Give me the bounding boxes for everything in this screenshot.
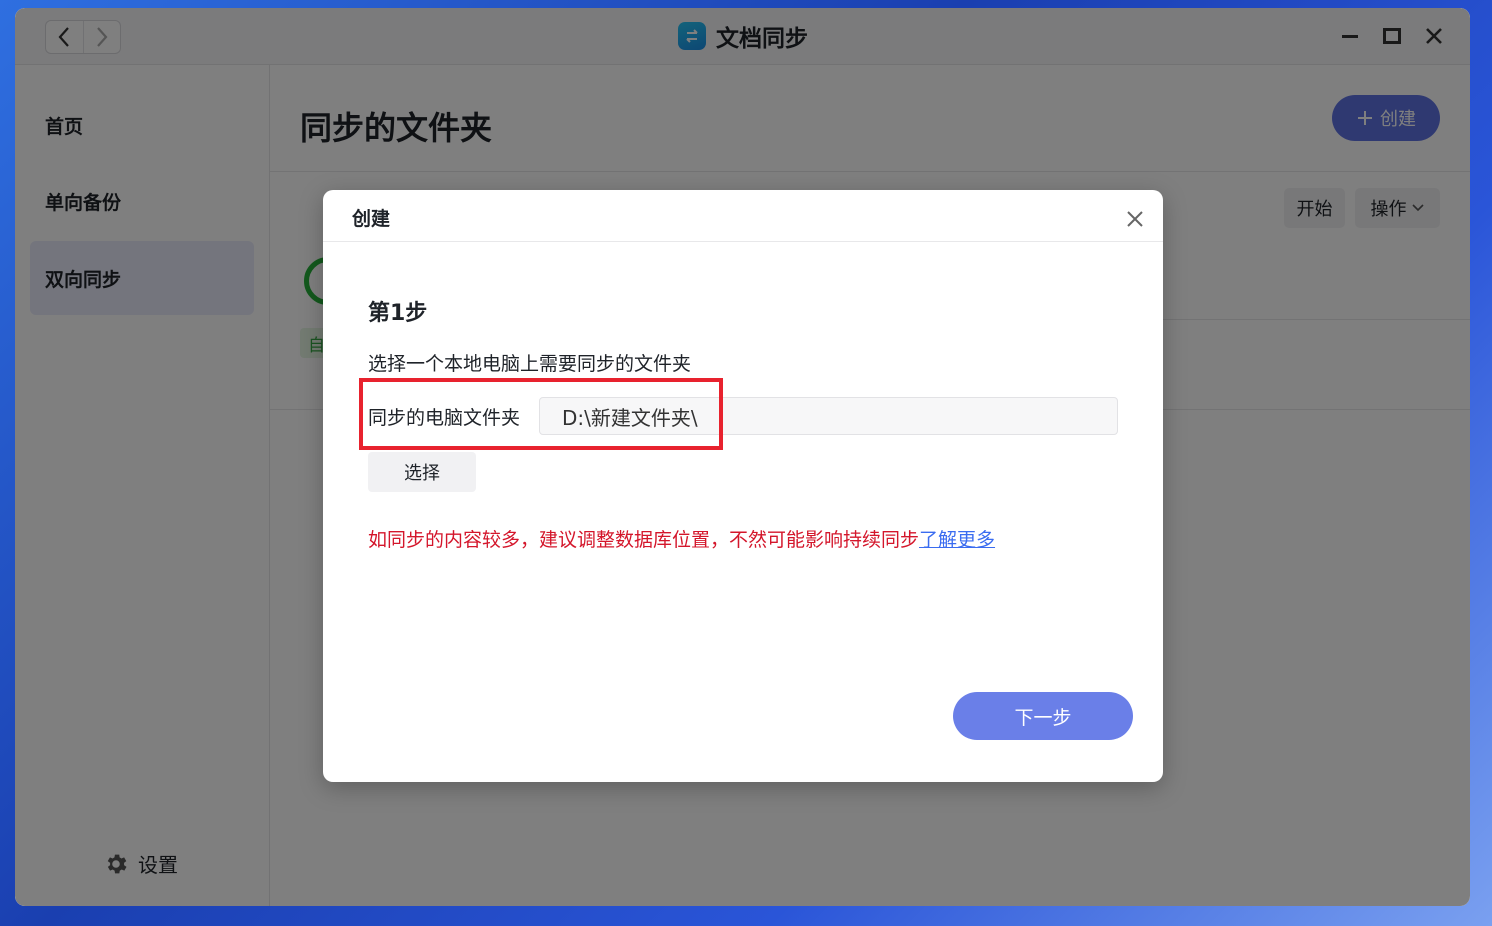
next-step-button[interactable]: 下一步 bbox=[953, 692, 1133, 740]
highlight-box bbox=[359, 378, 723, 450]
next-step-label: 下一步 bbox=[1014, 706, 1072, 729]
dialog-title: 创建 bbox=[352, 208, 391, 230]
create-dialog: 创建 第1步 选择一个本地电脑上需要同步的文件夹 同步的电脑文件夹 选择 如同步… bbox=[323, 190, 1163, 782]
learn-more-link[interactable]: 了解更多 bbox=[919, 529, 995, 551]
step-description: 选择一个本地电脑上需要同步的文件夹 bbox=[368, 353, 692, 375]
close-icon bbox=[1127, 211, 1143, 227]
select-folder-button[interactable]: 选择 bbox=[368, 452, 476, 492]
database-warning: 如同步的内容较多，建议调整数据库位置，不然可能影响持续同步了解更多 bbox=[368, 525, 995, 552]
dialog-header: 创建 bbox=[323, 190, 1163, 242]
step-title: 第1步 bbox=[368, 301, 428, 326]
dialog-close-button[interactable] bbox=[1123, 207, 1147, 231]
warning-text: 如同步的内容较多，建议调整数据库位置，不然可能影响持续同步 bbox=[368, 529, 920, 551]
app-window: 文档同步 首页 单向备份 双向同步 设置 同步的文件夹 bbox=[15, 8, 1470, 906]
select-button-label: 选择 bbox=[404, 463, 440, 484]
